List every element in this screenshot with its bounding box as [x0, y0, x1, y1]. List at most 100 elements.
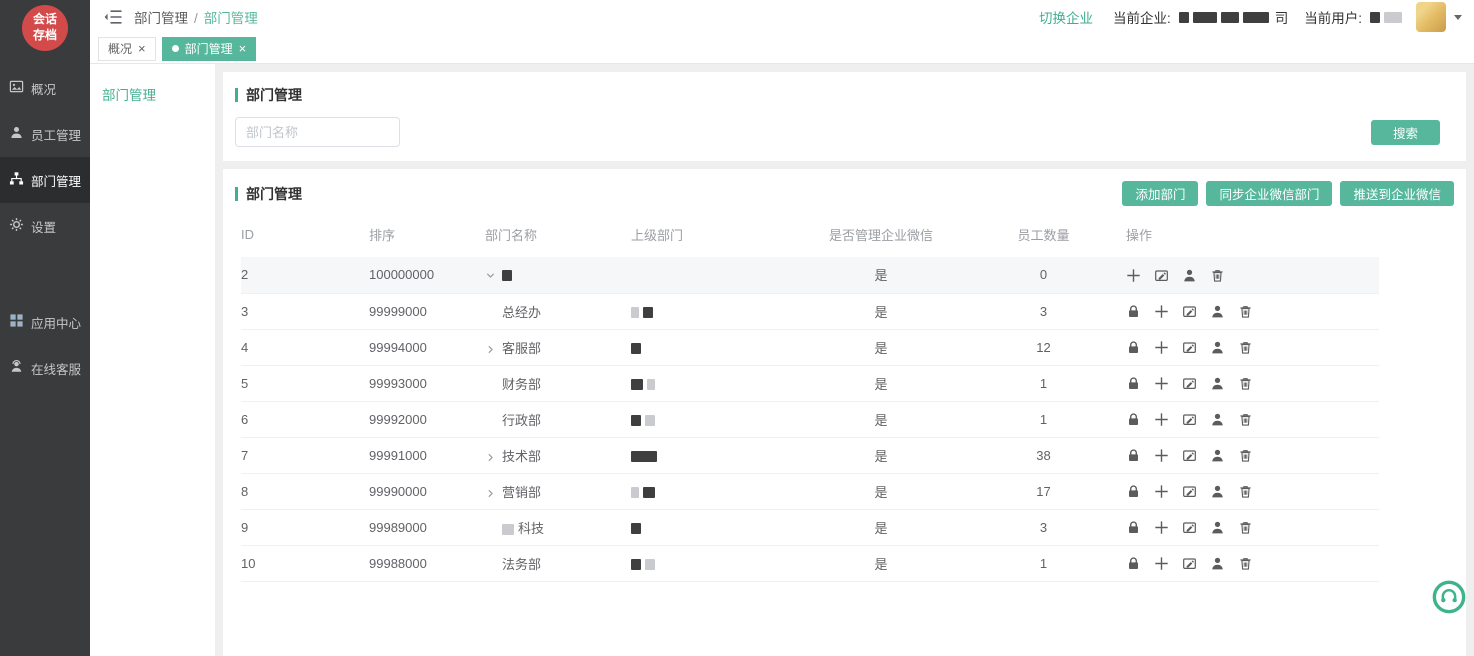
person-icon[interactable] [1210, 556, 1225, 571]
expand-right-icon[interactable] [485, 344, 502, 355]
sync-wecom-departments-button[interactable]: 同步企业微信部门 [1206, 181, 1332, 206]
person-icon[interactable] [1182, 268, 1197, 283]
plus-icon[interactable] [1154, 520, 1169, 535]
avatar[interactable] [1416, 2, 1446, 32]
expand-right-icon[interactable] [485, 452, 502, 463]
current-user-redacted [1370, 10, 1406, 25]
edit-icon[interactable] [1182, 340, 1197, 355]
add-department-button[interactable]: 添加部门 [1122, 181, 1198, 206]
plus-icon[interactable] [1154, 304, 1169, 319]
chevron-down-icon[interactable] [1454, 15, 1462, 20]
cell-parent [631, 401, 801, 437]
trash-icon[interactable] [1238, 556, 1253, 571]
lock-icon[interactable] [1126, 484, 1141, 499]
department-name: 营销部 [502, 485, 541, 500]
edit-icon[interactable] [1182, 556, 1197, 571]
edit-icon[interactable] [1182, 520, 1197, 535]
tab-overview[interactable]: 概况 × [98, 37, 156, 61]
cell-sort: 100000000 [369, 257, 485, 293]
search-button[interactable]: 搜索 [1371, 120, 1440, 145]
collapse-menu-icon[interactable] [104, 10, 122, 24]
plus-icon[interactable] [1154, 340, 1169, 355]
tab-departments[interactable]: 部门管理 × [162, 37, 257, 61]
breadcrumb-separator: / [194, 11, 198, 26]
edit-icon[interactable] [1182, 484, 1197, 499]
cell-wecom-managed: 是 [801, 509, 961, 545]
plus-icon[interactable] [1154, 556, 1169, 571]
sidebar-item-settings[interactable]: 设置 [0, 203, 90, 249]
tab-close-icon[interactable]: × [239, 42, 247, 55]
sidebar-item-overview[interactable]: 概况 [0, 65, 90, 111]
edit-icon[interactable] [1182, 448, 1197, 463]
cell-employee-count: 1 [961, 545, 1126, 581]
cell-id: 2 [241, 257, 369, 293]
cell-actions [1126, 329, 1379, 365]
department-name-input[interactable] [235, 117, 400, 147]
person-icon[interactable] [1210, 412, 1225, 427]
trash-icon[interactable] [1238, 304, 1253, 319]
table-row: 599993000财务部是1 [241, 365, 1379, 401]
sidebar-item-employees[interactable]: 员工管理 [0, 111, 90, 157]
sidebar-item-online-support[interactable]: 在线客服 [0, 345, 90, 391]
switch-company-link[interactable]: 切换企业 [1039, 7, 1093, 27]
apps-icon [9, 313, 24, 331]
cell-id: 9 [241, 509, 369, 545]
expand-right-icon[interactable] [485, 488, 502, 499]
cell-id: 3 [241, 293, 369, 329]
edit-icon[interactable] [1182, 304, 1197, 319]
tab-close-icon[interactable]: × [138, 42, 146, 55]
cell-sort: 99990000 [369, 473, 485, 509]
col-name: 部门名称 [485, 212, 631, 257]
person-icon[interactable] [1210, 484, 1225, 499]
trash-icon[interactable] [1238, 412, 1253, 427]
lock-icon[interactable] [1126, 520, 1141, 535]
customer-service-float-button[interactable] [1432, 580, 1466, 614]
plus-icon[interactable] [1154, 412, 1169, 427]
person-icon[interactable] [1210, 376, 1225, 391]
sidebar-item-app-center[interactable]: 应用中心 [0, 299, 90, 345]
cell-parent [631, 365, 801, 401]
trash-icon[interactable] [1210, 268, 1225, 283]
edit-icon[interactable] [1182, 376, 1197, 391]
trash-icon[interactable] [1238, 484, 1253, 499]
cell-sort: 99999000 [369, 293, 485, 329]
person-icon[interactable] [1210, 448, 1225, 463]
person-icon[interactable] [1210, 340, 1225, 355]
sidebar-item-departments[interactable]: 部门管理 [0, 157, 90, 203]
main-sidebar: 会话 存档 概况 员工管理 部门管理 设置 应用中心 在线客服 [0, 0, 90, 656]
trash-icon[interactable] [1238, 520, 1253, 535]
cell-name [485, 257, 631, 293]
cell-parent [631, 293, 801, 329]
expand-down-icon[interactable] [485, 270, 502, 281]
department-name: 科技 [518, 521, 544, 536]
department-name: 行政部 [502, 413, 541, 428]
trash-icon[interactable] [1238, 376, 1253, 391]
plus-icon[interactable] [1154, 376, 1169, 391]
push-to-wecom-button[interactable]: 推送到企业微信 [1340, 181, 1454, 206]
sidebar-item-label: 部门管理 [31, 171, 81, 190]
person-icon[interactable] [1210, 520, 1225, 535]
breadcrumb-item[interactable]: 部门管理 [134, 11, 188, 26]
subsidebar-item-departments[interactable]: 部门管理 [90, 64, 215, 104]
trash-icon[interactable] [1238, 340, 1253, 355]
lock-icon[interactable] [1126, 556, 1141, 571]
cell-wecom-managed: 是 [801, 473, 961, 509]
lock-icon[interactable] [1126, 304, 1141, 319]
edit-icon[interactable] [1154, 268, 1169, 283]
plus-icon[interactable] [1154, 448, 1169, 463]
plus-icon[interactable] [1154, 484, 1169, 499]
redacted-text [502, 270, 512, 281]
top-header: 部门管理/部门管理 切换企业 当前企业: 司 当前用户: [90, 0, 1474, 34]
cell-employee-count: 12 [961, 329, 1126, 365]
lock-icon[interactable] [1126, 376, 1141, 391]
current-user-label: 当前用户: [1304, 7, 1362, 27]
lock-icon[interactable] [1126, 340, 1141, 355]
plus-icon[interactable] [1126, 268, 1141, 283]
lock-icon[interactable] [1126, 412, 1141, 427]
edit-icon[interactable] [1182, 412, 1197, 427]
person-icon[interactable] [1210, 304, 1225, 319]
trash-icon[interactable] [1238, 448, 1253, 463]
settings-icon [9, 217, 24, 235]
title-accent-bar [235, 187, 238, 201]
lock-icon[interactable] [1126, 448, 1141, 463]
